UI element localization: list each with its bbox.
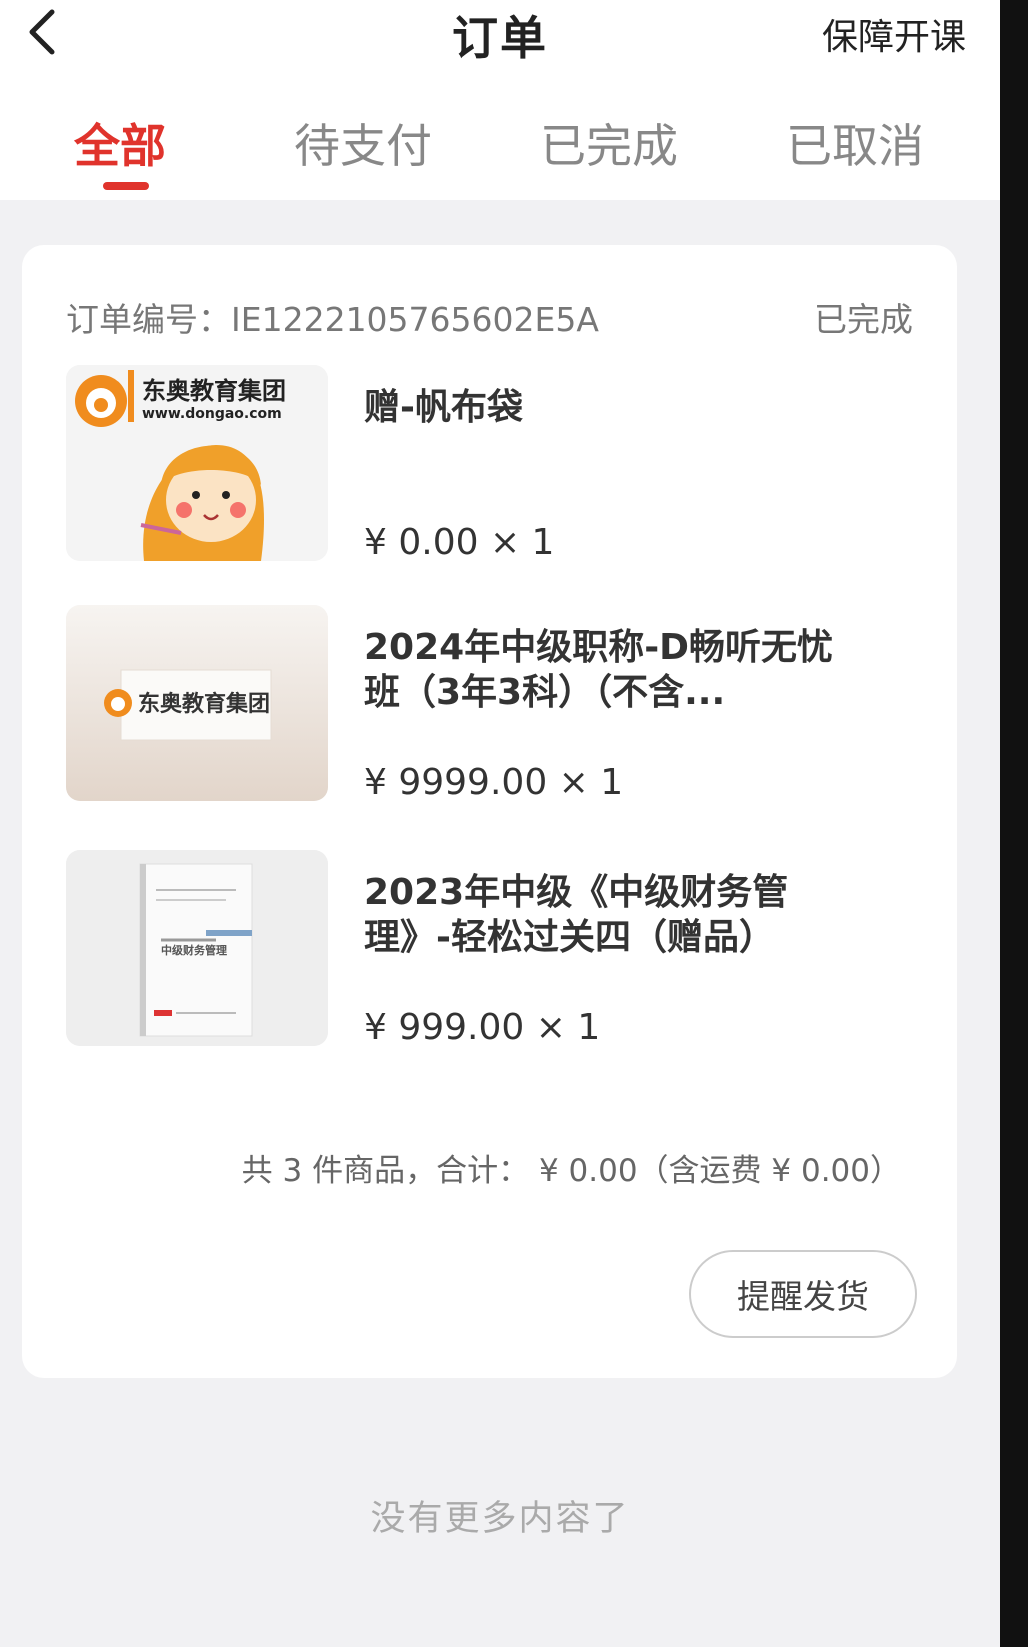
order-card[interactable]: 订单编号：IE1222105765602E5A 已完成 东奥教育集团 www.d… bbox=[22, 245, 957, 1378]
item-name: 赠-帆布袋 bbox=[364, 387, 523, 428]
guarantee-link[interactable]: 保障开课 bbox=[822, 8, 966, 60]
order-item[interactable]: 东奥教育集团 2024年中级职称-D畅听无忧班（3年3科）（不含... ¥ 99… bbox=[66, 605, 926, 805]
remind-shipping-button[interactable]: 提醒发货 bbox=[689, 1250, 917, 1338]
course-card-image: 东奥教育集团 bbox=[66, 605, 328, 801]
order-item[interactable]: 东奥教育集团 www.dongao.com 赠-帆布袋 ¥ 0.00 × 1 bbox=[66, 365, 926, 565]
order-summary: 共 3 件商品，合计： ¥ 0.00（含运费 ¥ 0.00） bbox=[241, 1153, 901, 1189]
tab-cancelled[interactable]: 已取消 bbox=[755, 110, 955, 176]
order-number-label: 订单编号： bbox=[66, 300, 231, 339]
orders-screen: 订单 保障开课 全部 待支付 已完成 已取消 订单编号：IE1222105765… bbox=[0, 0, 1000, 1647]
header: 订单 保障开课 全部 待支付 已完成 已取消 bbox=[0, 0, 1000, 200]
product-thumbnail: 中级财务管理 bbox=[66, 850, 328, 1046]
product-thumbnail: 东奥教育集团 bbox=[66, 605, 328, 801]
screen-edge bbox=[1000, 0, 1028, 1647]
tab-pending-payment[interactable]: 待支付 bbox=[263, 110, 463, 176]
brand-logo-text: 东奥教育集团 bbox=[142, 377, 286, 405]
mascot-image: 东奥教育集团 www.dongao.com bbox=[66, 365, 328, 561]
brand-url-text: www.dongao.com bbox=[142, 406, 282, 422]
order-number: 订单编号：IE1222105765602E5A bbox=[66, 293, 599, 341]
order-item[interactable]: 中级财务管理 2023年中级《中级财务管理》-轻松过关四（赠品） ¥ 999.0… bbox=[66, 850, 926, 1050]
order-tabs: 全部 待支付 已完成 已取消 bbox=[0, 110, 1000, 200]
item-name: 2023年中级《中级财务管理》-轻松过关四（赠品） bbox=[364, 872, 789, 958]
item-price: ¥ 9999.00 × 1 bbox=[364, 762, 624, 803]
active-tab-indicator bbox=[103, 182, 149, 190]
item-name: 2024年中级职称-D畅听无忧班（3年3科）（不含... bbox=[364, 627, 834, 713]
brand-logo-text: 东奥教育集团 bbox=[138, 691, 270, 717]
tab-completed[interactable]: 已完成 bbox=[509, 110, 709, 176]
product-thumbnail: 东奥教育集团 www.dongao.com bbox=[66, 365, 328, 561]
tab-all[interactable]: 全部 bbox=[20, 110, 220, 176]
book-title-text: 中级财务管理 bbox=[161, 943, 227, 957]
order-status: 已完成 bbox=[814, 300, 913, 339]
book-cover-image: 中级财务管理 bbox=[66, 850, 328, 1046]
item-price: ¥ 0.00 × 1 bbox=[364, 522, 555, 563]
no-more-content: 没有更多内容了 bbox=[370, 1499, 630, 1539]
item-price: ¥ 999.00 × 1 bbox=[364, 1007, 601, 1048]
order-number-value: IE1222105765602E5A bbox=[231, 300, 599, 339]
